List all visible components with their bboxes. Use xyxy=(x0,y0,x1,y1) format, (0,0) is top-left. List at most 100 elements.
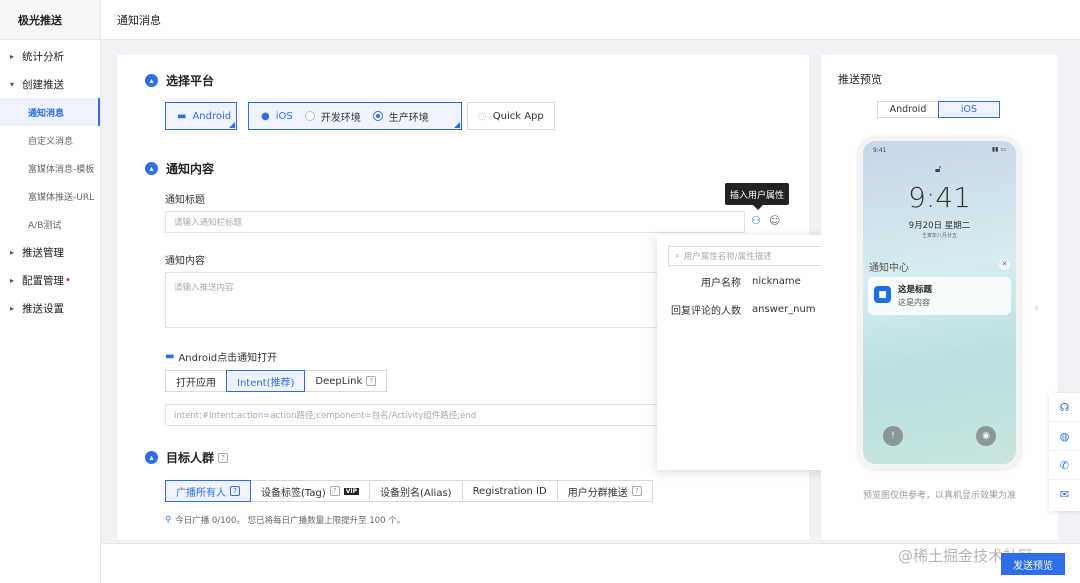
sidebar-item-label: 推送管理 xyxy=(22,246,64,259)
radio-dev-env[interactable] xyxy=(304,111,315,121)
platform-quickapp-option[interactable]: ◌ Quick App xyxy=(467,102,555,130)
search-icon: ⌕ xyxy=(675,251,680,261)
collapse-up-icon[interactable]: ▴ xyxy=(145,162,158,175)
page-header: 通知消息 xyxy=(101,0,1080,40)
title-field-label: 通知标题 xyxy=(165,195,205,206)
alias-option[interactable]: 设备别名(Alias) xyxy=(369,480,463,502)
help-icon[interactable]: ? xyxy=(631,486,642,496)
sidebar-sub-rich-url[interactable]: 富媒体推送-URL xyxy=(0,182,100,210)
preview-tabs: Android iOS xyxy=(877,101,1000,118)
attribute-key: answer_num xyxy=(752,303,816,315)
tab-android[interactable]: Android xyxy=(877,101,939,118)
chevron-right-icon: ▸ xyxy=(10,303,15,313)
emoji-icon[interactable]: ☺ xyxy=(769,214,780,227)
wechat-icon[interactable]: ◍ xyxy=(1049,422,1080,451)
sidebar-item-label: 统计分析 xyxy=(22,50,64,63)
radio-prod-env[interactable] xyxy=(372,111,383,121)
chevron-right-icon[interactable]: › xyxy=(1034,301,1039,315)
section-title: 目标人群 xyxy=(166,451,215,465)
preview-disclaimer: 预览图仅供参考，以真机显示效果为准 xyxy=(862,491,1016,501)
help-icon[interactable]: ? xyxy=(230,486,240,496)
option-label: Android xyxy=(192,110,232,122)
app-icon: ■ xyxy=(874,286,891,303)
section-title: 选择平台 xyxy=(166,74,215,88)
platform-ios-option[interactable]: ● iOS 开发环境 生产环境 xyxy=(248,102,462,130)
floating-tools: ☊ ◍ ✆ ✉ xyxy=(1049,393,1080,511)
note-text: 今日广播 0/100。 您已将每日广播数量上限提升至 100 个。 xyxy=(175,516,406,526)
lunar-date: 壬寅年八月廿五 xyxy=(921,233,957,239)
section-platform-header[interactable]: ▴ 选择平台 xyxy=(145,72,214,89)
sidebar-sub-rich-template[interactable]: 富媒体消息-模板 xyxy=(0,154,100,182)
flashlight-icon: ǃ xyxy=(883,426,903,446)
user-attribute-icon[interactable]: ⚇ xyxy=(751,214,761,227)
collapse-up-icon[interactable]: ▴ xyxy=(145,451,158,464)
notification-title: 这是标题 xyxy=(898,285,933,295)
attribute-name: 用户名称 xyxy=(701,277,741,289)
option-label: iOS xyxy=(275,110,293,122)
collapse-up-icon[interactable]: ▴ xyxy=(145,74,158,87)
open-app-option[interactable]: 打开应用 xyxy=(165,370,227,392)
deeplink-option[interactable]: DeepLink? xyxy=(304,370,388,392)
target-segmented: 广播所有人? 设备标签(Tag)? VIP 设备别名(Alias) Registr… xyxy=(165,480,653,502)
sidebar-item-label: 推送设置 xyxy=(22,302,64,315)
lockscreen-clock: 9:41 xyxy=(908,181,971,214)
lockscreen-date: 9月20日 星期二 xyxy=(908,221,971,231)
status-time: 9:41 xyxy=(873,147,887,154)
attribute-name: 回复评论的人数 xyxy=(671,305,741,317)
sidebar-sub-custom-message[interactable]: 自定义消息 xyxy=(0,126,100,154)
close-icon[interactable]: ✕ xyxy=(999,259,1010,270)
tag-option[interactable]: 设备标签(Tag)? VIP xyxy=(250,480,371,502)
android-icon: ▬ xyxy=(165,351,175,362)
sidebar-item-stats[interactable]: ▸ 统计分析 xyxy=(0,42,100,70)
chevron-right-icon: ▸ xyxy=(10,51,15,61)
location-pin-icon: ⚲ xyxy=(165,515,172,525)
platform-android-option[interactable]: ▬ Android xyxy=(165,102,237,130)
chevron-down-icon: ▾ xyxy=(10,79,15,89)
headset-icon[interactable]: ☊ xyxy=(1049,393,1080,422)
apple-icon: ● xyxy=(261,110,270,122)
help-icon[interactable]: ? xyxy=(218,452,229,463)
section-target-header[interactable]: ▴ 目标人群 ? xyxy=(145,449,229,466)
option-label: DeepLink xyxy=(315,375,363,387)
unlock-icon: 🔓︎ xyxy=(935,164,942,175)
notification-title-input[interactable]: 请输入通知栏标题 xyxy=(165,211,745,233)
broadcast-all-option[interactable]: 广播所有人? xyxy=(165,480,251,502)
red-dot-badge: • xyxy=(65,274,71,286)
sidebar-sub-notification[interactable]: 通知消息 xyxy=(0,98,100,126)
intent-option[interactable]: Intent(推荐) xyxy=(226,370,306,392)
selected-corner-icon xyxy=(454,122,460,128)
help-icon[interactable]: ? xyxy=(366,376,377,386)
sidebar-item-create-push[interactable]: ▾ 创建推送 xyxy=(0,70,100,98)
brand-logo: 极光推送 xyxy=(0,0,100,40)
page-title: 通知消息 xyxy=(117,13,161,27)
tab-ios[interactable]: iOS xyxy=(938,101,1000,118)
selected-corner-icon xyxy=(229,122,235,128)
phone-icon[interactable]: ✆ xyxy=(1049,451,1080,480)
android-open-label: ▬ Android点击通知打开 xyxy=(165,349,277,364)
open-mode-segmented: 打开应用 Intent(推荐) DeepLink? xyxy=(165,370,388,392)
sidebar-item-label: 创建推送 xyxy=(22,78,64,91)
section-title: 通知内容 xyxy=(166,162,215,176)
sidebar: 极光推送 ▸ 统计分析 ▾ 创建推送 通知消息 自定义消息 富媒体消息-模板 富媒体… xyxy=(0,0,101,583)
attribute-search-input[interactable]: ⌕ 用户属性名称/属性描述 xyxy=(668,246,845,266)
signal-battery-icon: ▮▮ ▭ xyxy=(991,146,1006,153)
mail-icon[interactable]: ✉ xyxy=(1049,480,1080,509)
android-icon: ▬ xyxy=(177,110,187,122)
registration-id-option[interactable]: Registration ID xyxy=(461,480,558,502)
option-label: Quick App xyxy=(492,110,544,122)
sidebar-item-push-manage[interactable]: ▸ 推送管理 xyxy=(0,238,100,266)
section-content-header[interactable]: ▴ 通知内容 xyxy=(145,160,214,177)
notification-body: 这是内容 xyxy=(898,298,930,307)
sidebar-item-config-manage[interactable]: ▸ 配置管理 • xyxy=(0,266,100,294)
radio-label: 生产环境 xyxy=(388,112,429,124)
segment-option[interactable]: 用户分群推送? xyxy=(556,480,653,502)
broadcast-quota-note: ⚲ 今日广播 0/100。 您已将每日广播数量上限提升至 100 个。 xyxy=(165,514,405,526)
insert-attribute-tooltip: 插入用户属性 xyxy=(725,183,789,210)
help-icon[interactable]: ? xyxy=(329,486,340,496)
phone-mockup: 9:41 ▮▮ ▭ 🔓︎ 9:41 9月20日 星期二 壬寅年八月廿五 通知中心… xyxy=(858,136,1021,469)
radio-label: 开发环境 xyxy=(320,112,361,124)
sidebar-sub-ab-test[interactable]: A/B测试 xyxy=(0,210,100,238)
sidebar-item-push-settings[interactable]: ▸ 推送设置 xyxy=(0,294,100,322)
nav-menu: ▸ 统计分析 ▾ 创建推送 通知消息 自定义消息 富媒体消息-模板 富媒体推送-UR… xyxy=(0,40,100,322)
send-preview-button[interactable]: 发送预览 xyxy=(1001,553,1065,575)
